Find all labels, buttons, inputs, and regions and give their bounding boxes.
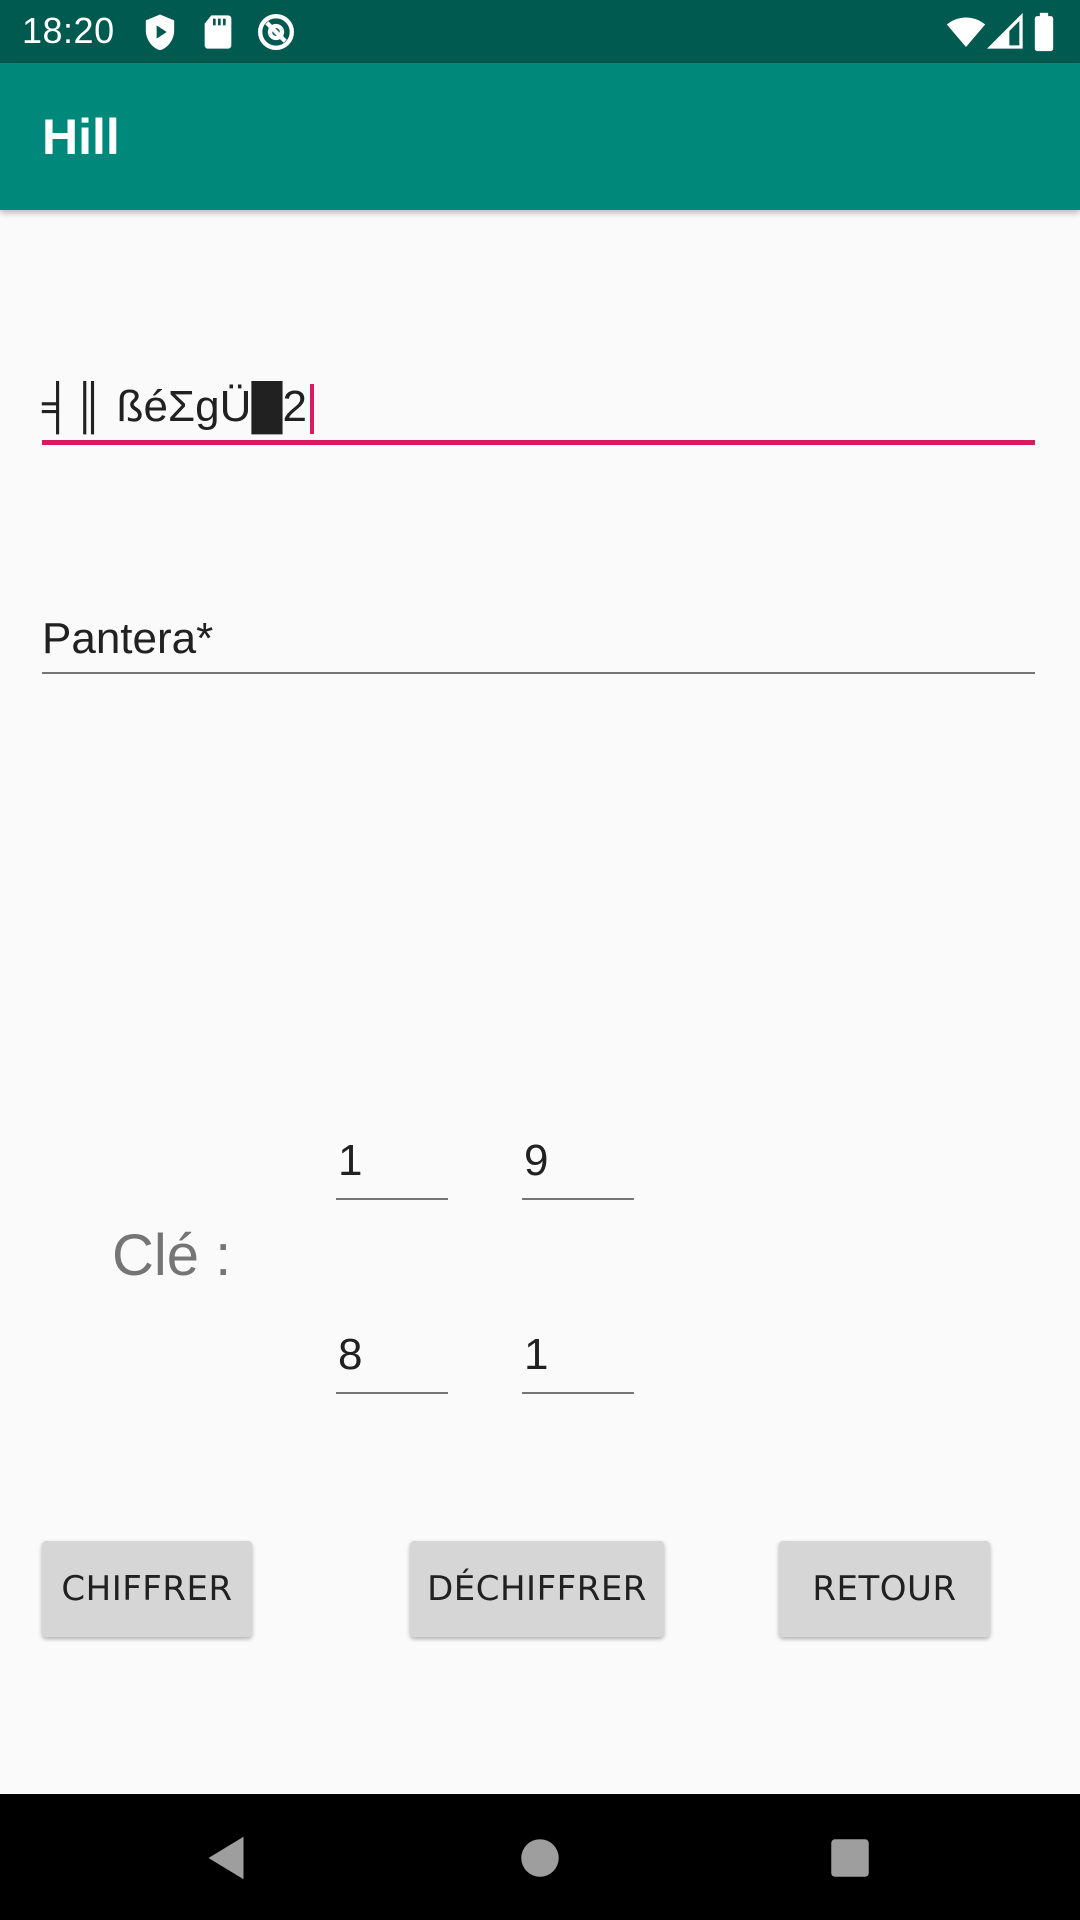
plain-text-value: Pantera* (42, 614, 214, 663)
battery-icon (1032, 12, 1062, 52)
shield-play-icon (140, 12, 180, 52)
status-bar: 18:20 (0, 0, 1080, 63)
navigation-bar (0, 1794, 1080, 1920)
key-value: 1 (524, 1330, 549, 1379)
sd-card-icon (198, 12, 238, 52)
home-icon[interactable] (510, 1828, 570, 1888)
status-time: 18:20 (22, 10, 115, 51)
field-underline-focused (42, 440, 1035, 445)
key-input-r2c1[interactable]: 8 (336, 1328, 448, 1398)
back-icon[interactable] (196, 1828, 256, 1888)
cipher-text-field[interactable]: ╡║ ßéΣgÜ█2 (42, 380, 1035, 450)
text-cursor (310, 384, 314, 434)
key-value: 9 (524, 1136, 549, 1185)
key-input-r1c2[interactable]: 9 (522, 1134, 634, 1204)
back-button[interactable]: RETOUR (779, 1541, 990, 1637)
key-value: 1 (338, 1136, 363, 1185)
app-title: Hill (42, 109, 120, 165)
field-underline (522, 1392, 634, 1394)
field-underline (336, 1198, 448, 1200)
key-input-r2c2[interactable]: 1 (522, 1328, 634, 1398)
wifi-icon (944, 12, 988, 52)
key-input-r1c1[interactable]: 1 (336, 1134, 448, 1204)
cipher-text-value: ╡║ ßéΣgÜ█2 (42, 382, 308, 431)
key-value: 8 (338, 1330, 363, 1379)
recents-icon[interactable] (820, 1828, 880, 1888)
field-underline (42, 672, 1035, 674)
field-underline (336, 1392, 448, 1394)
encrypt-button[interactable]: CHIFFRER (42, 1541, 252, 1637)
cell-signal-icon (986, 12, 1026, 52)
screen: 18:20 Hill ╡║ ßéΣgÜ█2 Pantera* Clé: 1 9… (0, 0, 1080, 1920)
key-label: Clé : (112, 1223, 232, 1288)
plain-text-field[interactable]: Pantera* (42, 612, 1035, 676)
field-underline (522, 1198, 634, 1200)
at-sign-icon (256, 12, 296, 52)
app-bar: Hill (0, 63, 1080, 210)
decrypt-button[interactable]: DÉCHIFFRER (410, 1541, 664, 1637)
